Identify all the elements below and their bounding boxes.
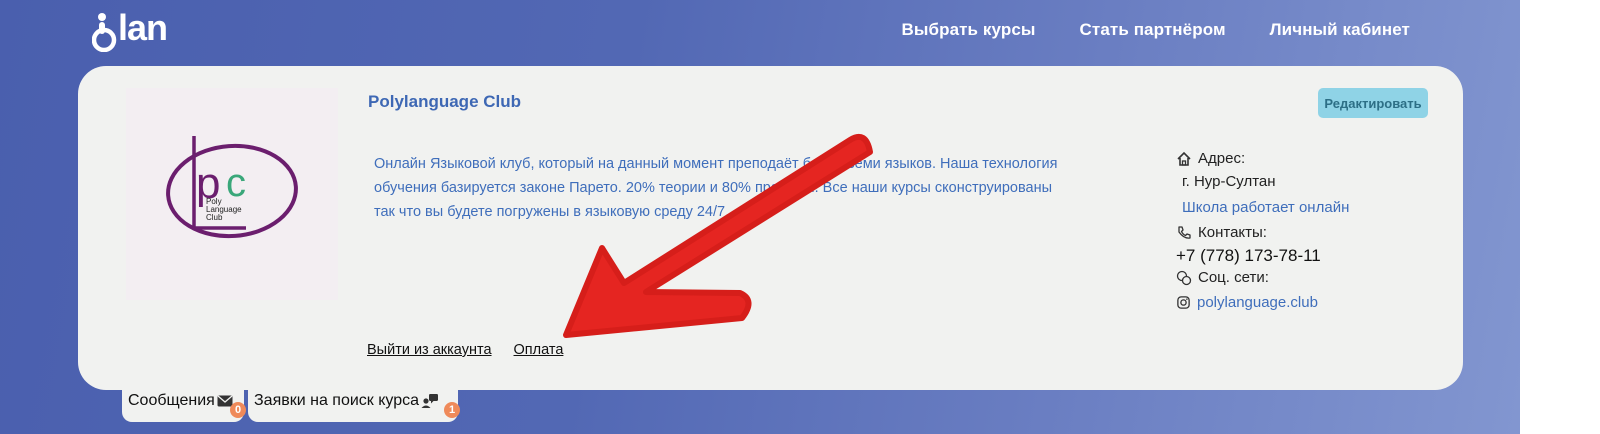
home-icon xyxy=(1177,151,1191,166)
contacts-panel: Адрес: г. Нур-Султан Школа работает онла… xyxy=(1176,150,1436,311)
polylanguage-logo-icon: p c Poly Language Club xyxy=(166,136,298,239)
address-label: Адрес: xyxy=(1198,150,1246,167)
school-logo: p c Poly Language Club xyxy=(126,88,338,300)
requests-count-badge: 1 xyxy=(444,402,460,418)
tab-messages[interactable]: Сообщения 0 xyxy=(122,380,246,422)
nav-personal-account[interactable]: Личный кабинет xyxy=(1270,20,1410,40)
payment-link[interactable]: Оплата xyxy=(514,342,564,358)
instagram-icon xyxy=(1177,296,1190,309)
account-links: Выйти из аккаунта Оплата xyxy=(367,342,563,358)
city-text: г. Нур-Султан xyxy=(1182,173,1276,190)
contacts-label: Контакты: xyxy=(1198,224,1267,241)
tab-messages-label: Сообщения xyxy=(128,392,215,409)
phone-number[interactable]: +7 (778) 173-78-11 xyxy=(1176,246,1436,266)
nav-become-partner[interactable]: Стать партнёром xyxy=(1080,20,1226,40)
tab-requests-label: Заявки на поиск курса xyxy=(254,392,420,409)
school-profile-card: p c Poly Language Club Polylanguage Club… xyxy=(78,66,1463,390)
phone-icon xyxy=(1178,225,1191,239)
school-title: Polylanguage Club xyxy=(368,92,522,111)
right-margin xyxy=(1520,0,1600,434)
tab-course-requests[interactable]: Заявки на поиск курса 1 xyxy=(248,380,460,422)
logout-link[interactable]: Выйти из аккаунта xyxy=(367,342,492,358)
messages-count-badge: 0 xyxy=(230,402,246,418)
school-description: Онлайн Языковой клуб, который на данный … xyxy=(374,156,1058,220)
edit-button[interactable]: Редактировать xyxy=(1318,88,1428,118)
chat-bubbles-icon xyxy=(1176,270,1192,285)
site-logo[interactable]: lan xyxy=(92,8,168,52)
user-chat-icon xyxy=(421,394,439,408)
svg-text:c: c xyxy=(226,161,246,205)
logo-wordmark: lan xyxy=(118,7,168,48)
instagram-link[interactable]: polylanguage.club xyxy=(1197,294,1318,311)
social-row: Соц. сети: xyxy=(1176,269,1436,286)
nav-choose-courses[interactable]: Выбрать курсы xyxy=(902,20,1036,40)
online-note: Школа работает онлайн xyxy=(1182,199,1350,216)
address-row: Адрес: xyxy=(1176,150,1436,167)
social-label: Соц. сети: xyxy=(1198,269,1269,286)
svg-text:Club: Club xyxy=(206,213,223,222)
page-background: lan Выбрать курсы Стать партнёром Личный… xyxy=(0,0,1520,434)
instagram-row[interactable]: polylanguage.club xyxy=(1176,294,1436,311)
contacts-row: Контакты: xyxy=(1176,224,1436,241)
main-nav: Выбрать курсы Стать партнёром Личный каб… xyxy=(902,20,1411,40)
